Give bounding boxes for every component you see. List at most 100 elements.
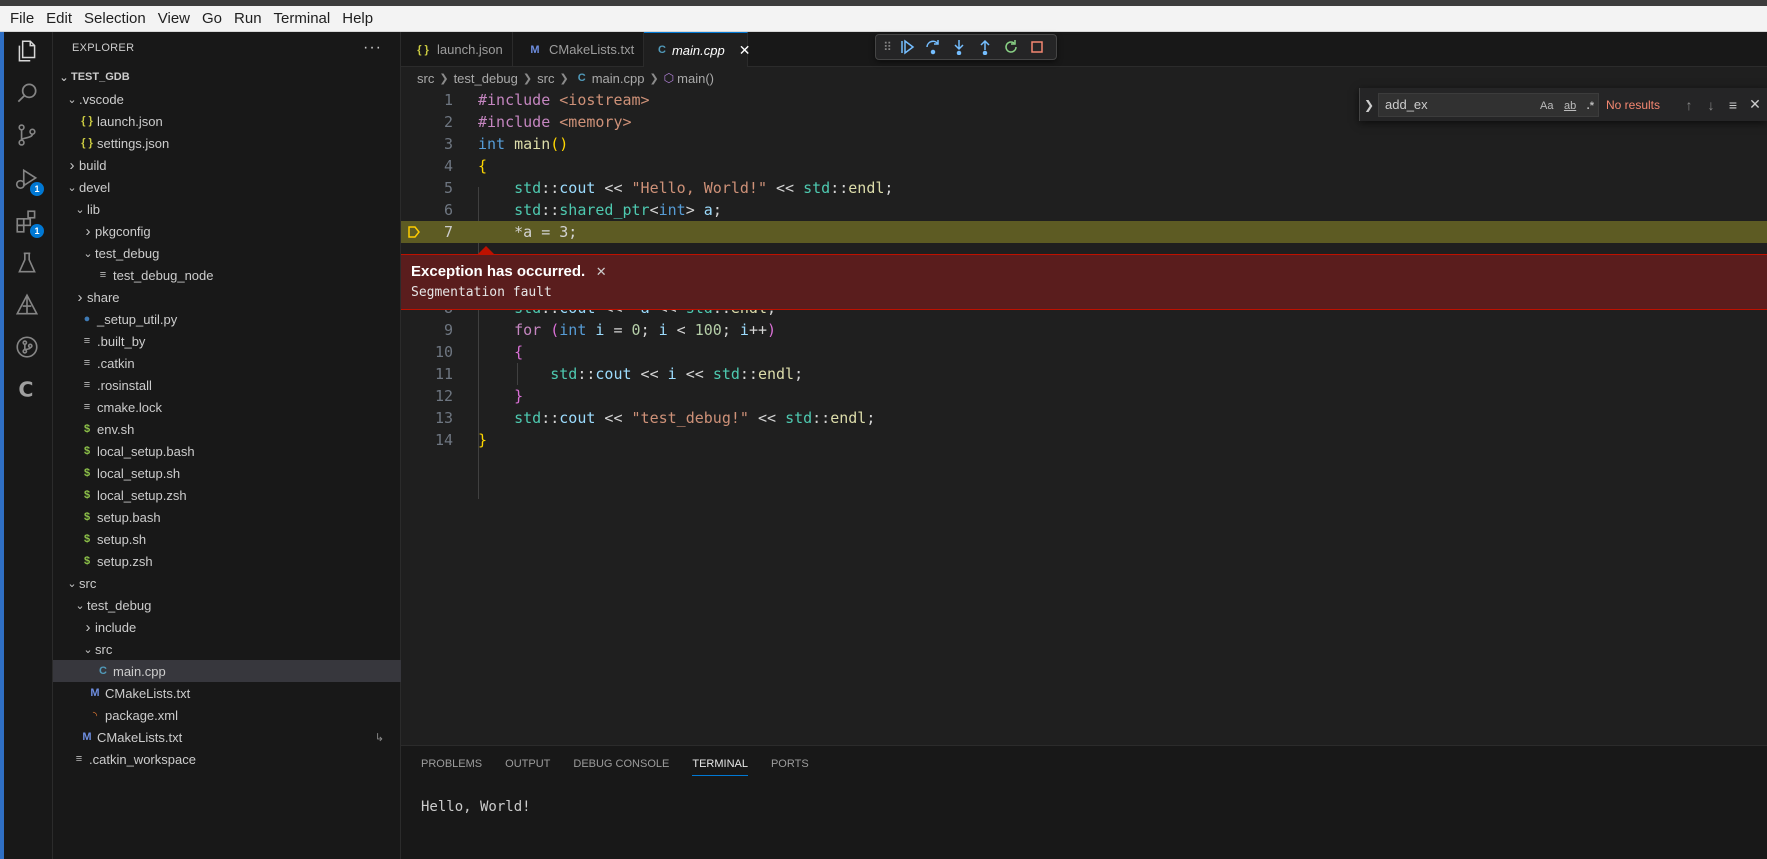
chevron-down-icon[interactable]: ⌄: [57, 71, 71, 84]
tree-file[interactable]: ◝ package.xml: [53, 704, 401, 726]
step-into-icon[interactable]: [946, 36, 972, 58]
code-line[interactable]: 13 std::cout << "test_debug!" << std::en…: [401, 407, 1767, 429]
code-line[interactable]: 12 }: [401, 385, 1767, 407]
code-line[interactable]: 4{: [401, 155, 1767, 177]
chevron-down-icon[interactable]: ⌄: [81, 643, 95, 656]
tree-file[interactable]: $ setup.bash: [53, 506, 401, 528]
explorer-more-actions-button[interactable]: ···: [363, 39, 382, 57]
tab-close-button[interactable]: ✕: [739, 42, 751, 59]
find-input[interactable]: [1385, 97, 1525, 112]
match-case-toggle[interactable]: Aa: [1540, 100, 1553, 112]
tree-folder[interactable]: ⌄ src: [53, 638, 401, 660]
tree-file[interactable]: $ local_setup.bash: [53, 440, 401, 462]
tree-file[interactable]: ≡ .catkin: [53, 352, 401, 374]
tree-folder[interactable]: › build: [53, 154, 401, 176]
c-language-icon[interactable]: C: [14, 376, 40, 402]
tree-folder[interactable]: ⌄ TEST_GDB: [53, 66, 401, 88]
breadcrumb-item[interactable]: test_debug: [454, 71, 518, 86]
menu-help[interactable]: Help: [336, 6, 379, 32]
breadcrumb-item[interactable]: main.cpp: [592, 71, 645, 86]
search-icon[interactable]: [14, 80, 40, 106]
use-regex-toggle[interactable]: .*: [1587, 100, 1594, 112]
chevron-down-icon[interactable]: ⌄: [65, 181, 79, 194]
tree-folder[interactable]: ⌄ lib: [53, 198, 401, 220]
tree-file[interactable]: ≡ .built_by: [53, 330, 401, 352]
git-graph-icon[interactable]: [14, 334, 40, 360]
chevron-right-icon[interactable]: ›: [81, 619, 95, 636]
tree-file[interactable]: M CMakeLists.txt ↳: [53, 726, 401, 748]
tree-file[interactable]: Cmain.cpp: [53, 660, 401, 682]
close-icon[interactable]: ✕: [1744, 96, 1766, 113]
code-line[interactable]: 6 std::shared_ptr<int> a;: [401, 199, 1767, 221]
exception-close-button[interactable]: ✕: [596, 264, 607, 280]
terminal-output[interactable]: Hello, World!: [421, 799, 531, 815]
continue-icon[interactable]: [894, 36, 920, 58]
menu-terminal[interactable]: Terminal: [268, 6, 337, 32]
tree-file[interactable]: $ local_setup.sh: [53, 462, 401, 484]
tree-file[interactable]: ≡ test_debug_node: [53, 264, 401, 286]
code-line[interactable]: 7 *a = 3;: [401, 221, 1767, 243]
tree-folder[interactable]: › share: [53, 286, 401, 308]
tree-file[interactable]: $ local_setup.zsh: [53, 484, 401, 506]
code-line[interactable]: 3 int main(): [401, 133, 1767, 155]
stop-icon[interactable]: [1024, 36, 1050, 58]
code-line[interactable]: 9 for (int i = 0; i < 100; i++): [401, 319, 1767, 341]
code-editor[interactable]: 1 #include <iostream> 2 #include <memory> 3 i…: [401, 89, 1767, 709]
code-line[interactable]: 10 {: [401, 341, 1767, 363]
chevron-right-icon[interactable]: ›: [65, 157, 79, 174]
restart-icon[interactable]: [998, 36, 1024, 58]
tree-folder[interactable]: ⌄ .vscode: [53, 88, 401, 110]
chevron-right-icon[interactable]: ›: [81, 223, 95, 240]
source-control-icon[interactable]: [14, 122, 40, 148]
panel-tab-debug-console[interactable]: DEBUG CONSOLE: [573, 746, 669, 782]
chevron-right-icon[interactable]: ›: [73, 289, 87, 306]
menu-file[interactable]: File: [4, 6, 40, 32]
tree-file[interactable]: $ setup.zsh: [53, 550, 401, 572]
editor-tab[interactable]: M CMakeLists.txt: [513, 32, 644, 67]
tree-file[interactable]: ≡ .catkin_workspace: [53, 748, 401, 770]
editor-tab[interactable]: Cmain.cpp ✕: [644, 32, 751, 67]
chevron-down-icon[interactable]: ⌄: [73, 203, 87, 216]
tree-file[interactable]: { } launch.json: [53, 110, 401, 132]
menu-run[interactable]: Run: [228, 6, 268, 32]
tree-file[interactable]: ≡ cmake.lock: [53, 396, 401, 418]
tree-file[interactable]: $ env.sh: [53, 418, 401, 440]
chevron-down-icon[interactable]: ⌄: [65, 93, 79, 106]
ros-extension-icon[interactable]: [14, 292, 40, 318]
menu-view[interactable]: View: [152, 6, 196, 32]
match-whole-word-toggle[interactable]: ab: [1564, 100, 1576, 112]
editor-tab[interactable]: { } launch.json: [401, 32, 513, 67]
tree-folder[interactable]: ⌄ test_debug: [53, 242, 401, 264]
breadcrumb-item[interactable]: main(): [677, 71, 714, 86]
tree-file[interactable]: M CMakeLists.txt: [53, 682, 401, 704]
debug-toolbar-grip[interactable]: ⠿: [880, 40, 894, 54]
tree-file[interactable]: ≡ .rosinstall: [53, 374, 401, 396]
toggle-replace-icon[interactable]: ❯: [1360, 98, 1378, 112]
panel-tab-output[interactable]: OUTPUT: [505, 746, 550, 782]
chevron-down-icon[interactable]: ⌄: [73, 599, 87, 612]
arrow-up-icon[interactable]: ↑: [1678, 97, 1700, 113]
tree-folder[interactable]: › pkgconfig: [53, 220, 401, 242]
panel-tab-ports[interactable]: PORTS: [771, 746, 809, 782]
step-over-icon[interactable]: [920, 36, 946, 58]
panel-tab-terminal[interactable]: TERMINAL: [692, 746, 748, 782]
tree-file[interactable]: { } settings.json: [53, 132, 401, 154]
tree-file[interactable]: $ setup.sh: [53, 528, 401, 550]
menu-selection[interactable]: Selection: [78, 6, 152, 32]
find-in-selection-icon[interactable]: ≡: [1722, 97, 1744, 113]
code-line[interactable]: 11 std::cout << i << std::endl;: [401, 363, 1767, 385]
menu-edit[interactable]: Edit: [40, 6, 78, 32]
tree-folder[interactable]: ⌄ src: [53, 572, 401, 594]
tree-folder[interactable]: ⌄ test_debug: [53, 594, 401, 616]
tree-folder[interactable]: › include: [53, 616, 401, 638]
tree-folder[interactable]: ⌄ devel: [53, 176, 401, 198]
step-out-icon[interactable]: [972, 36, 998, 58]
code-line[interactable]: 14}: [401, 429, 1767, 451]
panel-tab-problems[interactable]: PROBLEMS: [421, 746, 482, 782]
arrow-down-icon[interactable]: ↓: [1700, 97, 1722, 113]
chevron-down-icon[interactable]: ⌄: [65, 577, 79, 590]
extensions-icon[interactable]: 1: [14, 208, 44, 238]
breadcrumb-item[interactable]: src: [537, 71, 554, 86]
menu-go[interactable]: Go: [196, 6, 228, 32]
breadcrumb-item[interactable]: src: [417, 71, 434, 86]
